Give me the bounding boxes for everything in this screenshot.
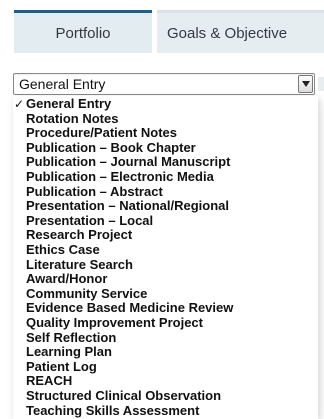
dropdown-option[interactable]: Publication – Abstract [13, 183, 318, 200]
tab-bar: Portfolio Goals & Objective [0, 0, 324, 53]
dropdown-option-label: Ethics Case [26, 242, 100, 257]
dropdown-option-label: Presentation – National/Regional [26, 198, 229, 214]
dropdown-option-label: Procedure/Patient Notes [26, 125, 177, 141]
dropdown-option[interactable]: Evidence Based Medicine Review [13, 301, 318, 316]
page: Portfolio Goals & Objective General Entr… [0, 0, 324, 419]
dropdown-option[interactable]: Structured Clinical Observation [13, 388, 318, 404]
dropdown-option-label: Rotation Notes [26, 110, 119, 126]
dropdown-option-label: Quality Improvement Project [26, 315, 203, 330]
dropdown-option-label: Patient Log [26, 358, 97, 374]
dropdown-option[interactable]: Patient Log [13, 358, 318, 375]
dropdown-option-label: Evidence Based Medicine Review [26, 300, 234, 316]
entry-type-select[interactable]: General Entry [13, 73, 315, 95]
dropdown-option[interactable]: Rotation Notes [13, 110, 318, 127]
dropdown-option-label: Award/Honor [26, 271, 108, 287]
dropdown-option[interactable]: ✓ General Entry [13, 96, 318, 112]
adjacent-control-edge [318, 77, 324, 91]
dropdown-option[interactable]: Community Service [13, 285, 318, 302]
dropdown-option[interactable]: Literature Search [13, 256, 318, 273]
dropdown-option[interactable]: Award/Honor [13, 272, 318, 287]
dropdown-option[interactable]: Presentation – National/Regional [13, 199, 318, 214]
entry-type-dropdown-list: ✓ General Entry Rotation Notes Procedure/Pa… [13, 96, 318, 419]
dropdown-option[interactable]: Publication – Journal Manuscript [13, 155, 318, 170]
dropdown-option-label: Publication – Electronic Media [26, 169, 214, 184]
dropdown-option-label: Publication – Abstract [26, 183, 163, 199]
dropdown-option-label: Self Reflection [26, 329, 117, 345]
dropdown-option[interactable]: Presentation – Local [13, 212, 318, 229]
dropdown-option-label: Teaching Skills Assessment [26, 402, 200, 418]
tab-goals-objectives[interactable]: Goals & Objective [157, 10, 324, 53]
dropdown-option[interactable]: REACH [13, 374, 318, 389]
tab-portfolio-label: Portfolio [55, 24, 111, 42]
dropdown-option[interactable]: Learning Plan [13, 345, 318, 360]
dropdown-option-label: Publication – Book Chapter [26, 139, 196, 155]
tab-goals-objectives-label: Goals & Objective [167, 24, 288, 42]
dropdown-option-label: Publication – Journal Manuscript [26, 154, 231, 170]
dropdown-option-label: Research Project [26, 227, 133, 243]
dropdown-option-label: Literature Search [26, 256, 133, 272]
dropdown-option[interactable]: Research Project [13, 228, 318, 243]
dropdown-option-label: Learning Plan [26, 344, 112, 360]
dropdown-option-label: Community Service [26, 285, 148, 301]
dropdown-option-label: Presentation – Local [26, 212, 154, 228]
entry-type-select-value: General Entry [19, 76, 106, 92]
checkmark-icon: ✓ [14, 97, 25, 111]
tab-portfolio[interactable]: Portfolio [14, 10, 152, 53]
dropdown-option[interactable]: Self Reflection [13, 329, 318, 346]
select-dropdown-button[interactable] [298, 75, 313, 93]
chevron-down-icon [302, 81, 310, 87]
dropdown-option[interactable]: Quality Improvement Project [13, 315, 318, 331]
dropdown-option[interactable]: Ethics Case [13, 242, 318, 258]
dropdown-option-label: REACH [26, 373, 73, 389]
dropdown-option[interactable]: Publication – Electronic Media [13, 169, 318, 185]
dropdown-option-label: Structured Clinical Observation [26, 388, 222, 403]
dropdown-option[interactable]: Teaching Skills Assessment [13, 402, 318, 419]
dropdown-option[interactable]: Publication – Book Chapter [13, 139, 318, 156]
dropdown-option-label: General Entry [26, 96, 112, 111]
dropdown-option[interactable]: Procedure/Patient Notes [13, 126, 318, 141]
